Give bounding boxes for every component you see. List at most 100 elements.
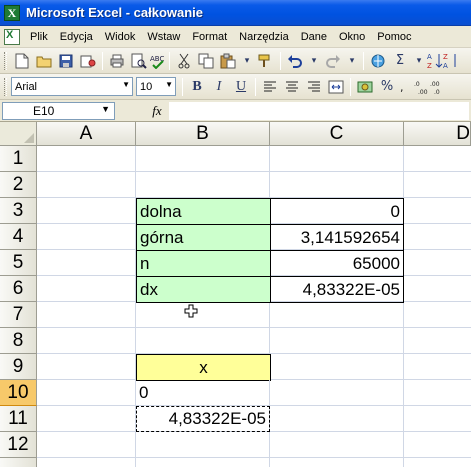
copy-icon[interactable] [195, 50, 217, 72]
italic-button[interactable]: I [208, 76, 230, 98]
spelling-icon[interactable]: ABC [150, 50, 166, 72]
font-size-combo[interactable]: 10 ▼ [136, 77, 176, 96]
spreadsheet-grid[interactable]: A B C D 1 2 3 4 5 6 7 8 9 10 11 12 dolna… [0, 122, 471, 467]
toolbar-separator [350, 77, 351, 96]
row-header-13[interactable] [0, 458, 37, 467]
sort-ascending-icon[interactable]: AZ [427, 50, 443, 72]
cell-b6[interactable]: dx [136, 276, 271, 303]
row-header-12[interactable]: 12 [0, 432, 37, 458]
svg-text:.0: .0 [414, 81, 420, 88]
column-header-d[interactable]: D [404, 122, 471, 146]
print-preview-icon[interactable] [128, 50, 150, 72]
row-header-8[interactable]: 8 [0, 328, 37, 354]
bold-button[interactable]: B [186, 76, 208, 98]
cell-cursor-icon [184, 304, 198, 318]
row-header-1[interactable]: 1 [0, 146, 37, 172]
name-box-value: E10 [33, 103, 55, 118]
percent-button[interactable]: % [376, 76, 398, 98]
increase-decimal-icon[interactable]: .0.00 [414, 76, 430, 98]
column-header-a[interactable]: A [37, 122, 136, 146]
menu-widok[interactable]: Widok [99, 29, 142, 45]
svg-text:A: A [443, 62, 448, 70]
merge-center-icon[interactable] [325, 76, 347, 98]
comma-style-icon[interactable]: , [398, 76, 414, 98]
save-icon[interactable] [55, 50, 77, 72]
open-icon[interactable] [33, 50, 55, 72]
decrease-decimal-icon[interactable]: .00.0 [430, 76, 446, 98]
svg-text:A: A [427, 53, 432, 61]
undo-icon[interactable] [284, 50, 306, 72]
menu-pomoc[interactable]: Pomoc [371, 29, 417, 45]
chevron-down-icon[interactable]: ▼ [122, 80, 130, 89]
svg-text:Z: Z [443, 53, 448, 61]
autosum-icon[interactable]: Σ [389, 50, 411, 72]
menu-plik[interactable]: Plik [24, 29, 54, 45]
title-bar: X Microsoft Excel - całkowanie [0, 0, 471, 26]
svg-text:.00: .00 [418, 89, 428, 96]
window-title: Microsoft Excel - całkowanie [26, 5, 204, 20]
sort-descending-icon[interactable]: ZA [443, 50, 459, 72]
font-size-value: 10 [140, 80, 153, 93]
paste-dropdown-icon[interactable]: ▾ [239, 50, 255, 72]
excel-icon[interactable]: X [4, 4, 20, 21]
workbook-icon[interactable] [4, 28, 20, 45]
permission-icon[interactable] [77, 50, 99, 72]
redo-dropdown-icon[interactable]: ▾ [344, 50, 360, 72]
cut-icon[interactable] [173, 50, 195, 72]
chevron-down-icon[interactable]: ▼ [165, 80, 173, 89]
underline-button[interactable]: U [230, 76, 252, 98]
row-header-3[interactable]: 3 [0, 198, 37, 224]
currency-icon[interactable] [354, 76, 376, 98]
row-header-9[interactable]: 9 [0, 354, 37, 380]
row-header-10[interactable]: 10 [0, 380, 37, 406]
cell-b11[interactable]: 4,83322E-05 [136, 406, 270, 432]
menu-dane[interactable]: Dane [295, 29, 333, 45]
column-header-c[interactable]: C [270, 122, 404, 146]
row-header-4[interactable]: 4 [0, 224, 37, 250]
row-header-5[interactable]: 5 [0, 250, 37, 276]
menu-narzedzia[interactable]: Narzędzia [233, 29, 295, 45]
insert-function-icon[interactable]: fx [145, 103, 169, 119]
align-center-icon[interactable] [281, 76, 303, 98]
redo-icon[interactable] [322, 50, 344, 72]
row-header-6[interactable]: 6 [0, 276, 37, 302]
menu-edycja[interactable]: Edycja [54, 29, 99, 45]
font-name-combo[interactable]: Arial ▼ [11, 77, 133, 96]
menu-format[interactable]: Format [186, 29, 233, 45]
cell-b10[interactable]: 0 [136, 380, 270, 406]
toolbar-grip[interactable] [4, 77, 7, 96]
cell-b9[interactable]: x [136, 354, 271, 381]
select-all-button[interactable] [0, 122, 37, 146]
hyperlink-icon[interactable] [367, 50, 389, 72]
cell-b4[interactable]: górna [136, 224, 271, 251]
menu-bar: Plik Edycja Widok Wstaw Format Narzędzia… [0, 26, 471, 48]
print-icon[interactable] [106, 50, 128, 72]
paste-icon[interactable] [217, 50, 239, 72]
row-header-7[interactable]: 7 [0, 302, 37, 328]
format-painter-icon[interactable] [255, 50, 277, 72]
autosum-dropdown-icon[interactable]: ▾ [411, 50, 427, 72]
formatting-toolbar: Arial ▼ 10 ▼ B I U % , .0.00 .00.0 [0, 74, 471, 100]
align-left-icon[interactable] [259, 76, 281, 98]
menu-wstaw[interactable]: Wstaw [141, 29, 186, 45]
row-header-2[interactable]: 2 [0, 172, 37, 198]
new-icon[interactable] [11, 50, 33, 72]
menu-okno[interactable]: Okno [333, 29, 371, 45]
cell-b5[interactable]: n [136, 250, 271, 277]
cell-c3[interactable]: 0 [270, 198, 404, 225]
row-header-11[interactable]: 11 [0, 406, 37, 432]
align-right-icon[interactable] [303, 76, 325, 98]
formula-input[interactable] [169, 101, 469, 120]
undo-dropdown-icon[interactable]: ▾ [306, 50, 322, 72]
toolbar-grip[interactable] [4, 51, 7, 70]
column-header-b[interactable]: B [136, 122, 270, 146]
cell-c6[interactable]: 4,83322E-05 [270, 276, 404, 303]
svg-text:.0: .0 [434, 89, 440, 96]
standard-toolbar: ABC ▾ ▾ ▾ Σ ▾ AZ ZA [0, 48, 471, 74]
name-box[interactable]: E10 ▼ [2, 101, 115, 120]
svg-text:.00: .00 [430, 81, 440, 88]
chevron-down-icon[interactable]: ▼ [101, 104, 110, 114]
cell-c5[interactable]: 65000 [270, 250, 404, 277]
cell-b3[interactable]: dolna [136, 198, 271, 225]
cell-c4[interactable]: 3,141592654 [270, 224, 404, 251]
